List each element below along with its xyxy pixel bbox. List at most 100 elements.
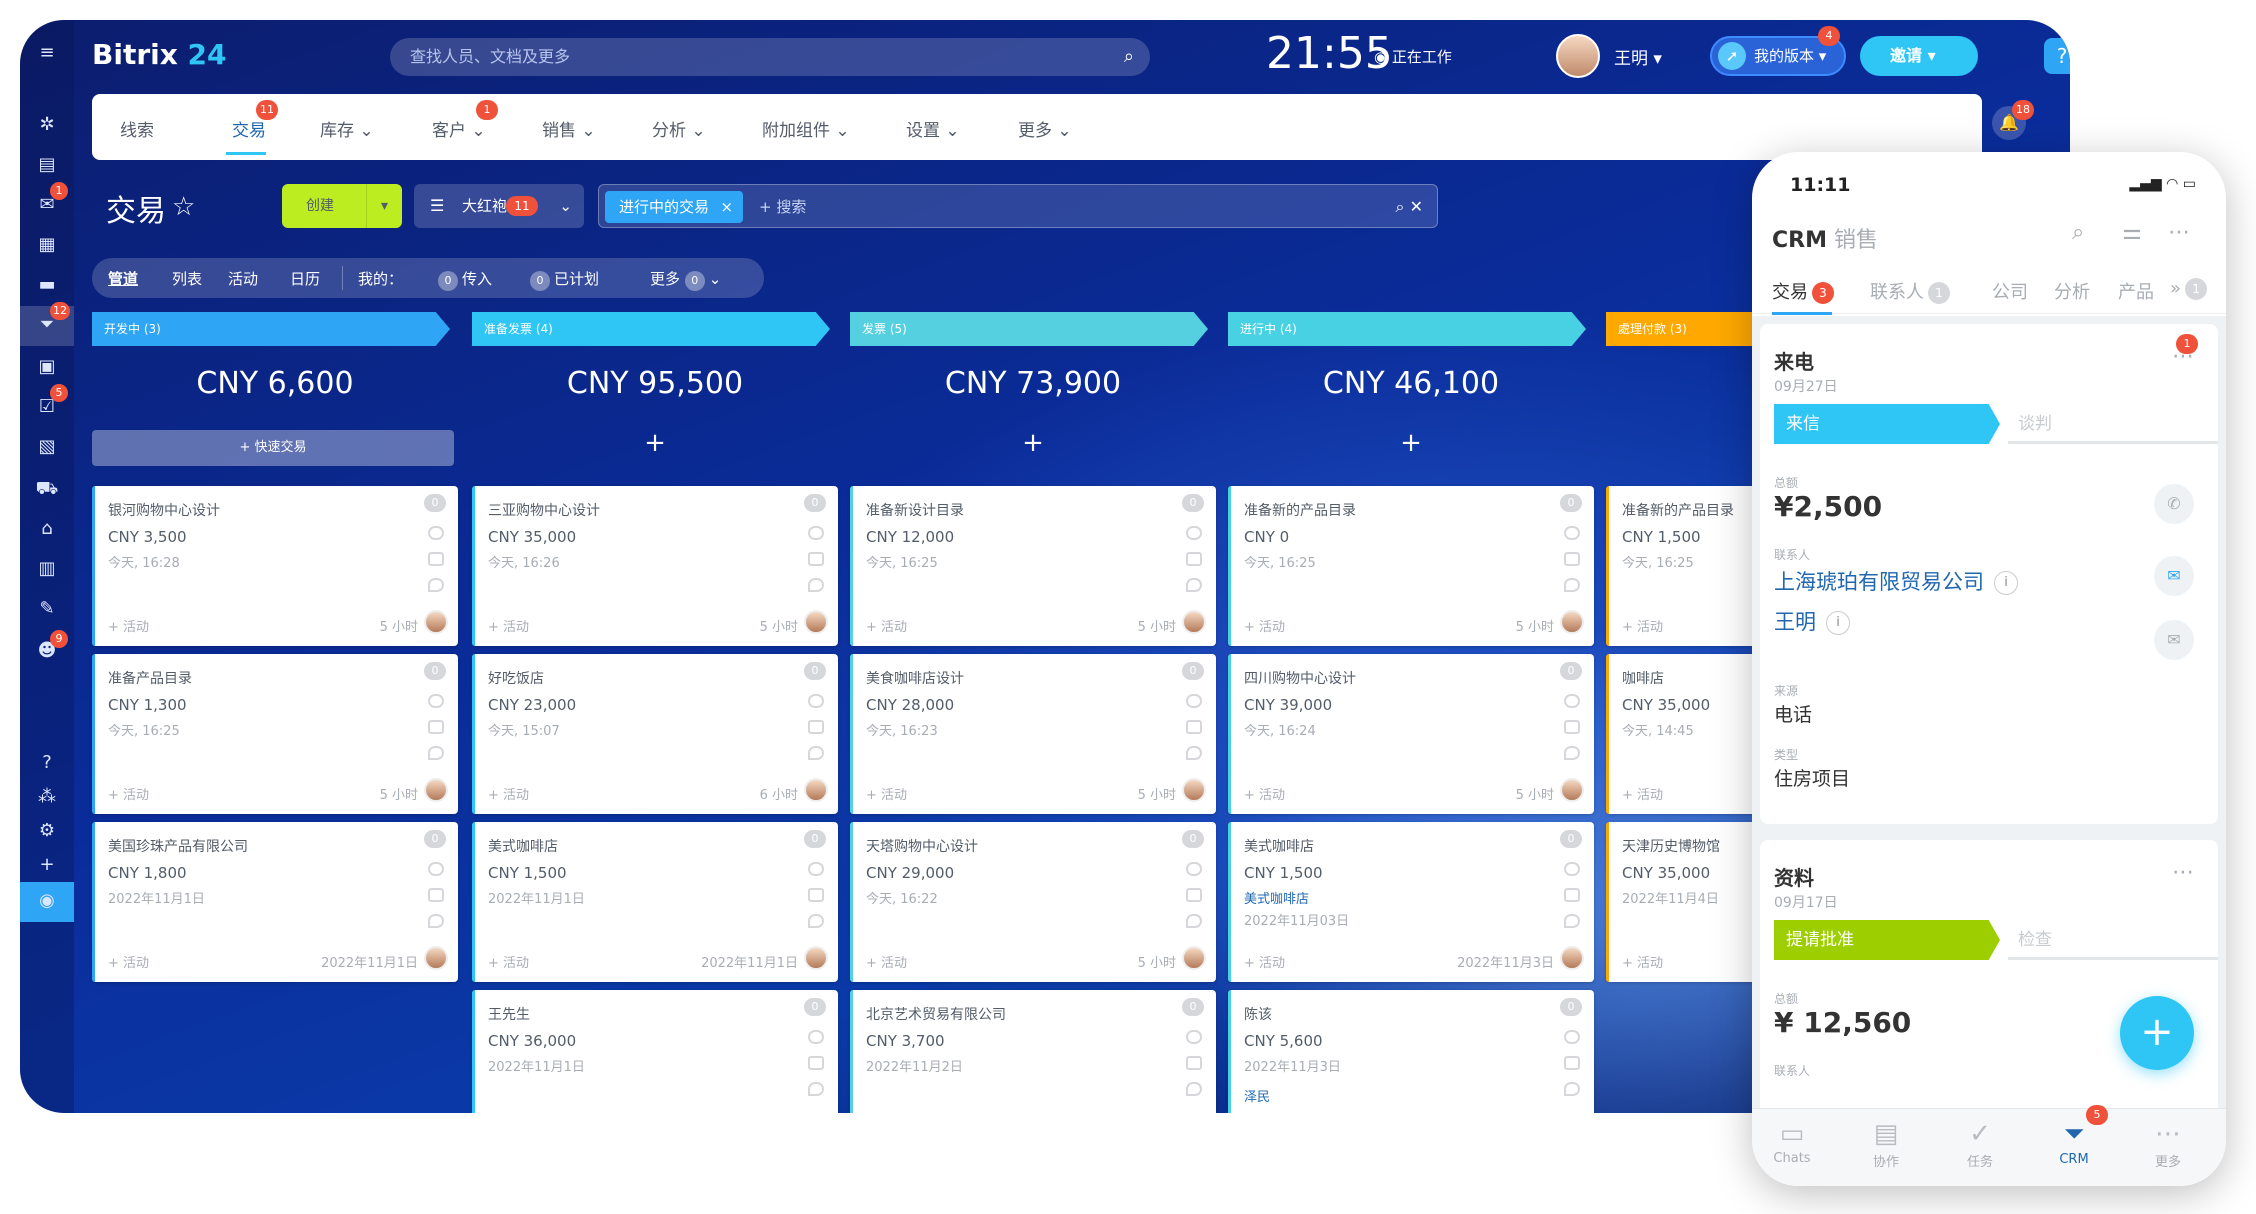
add-activity-link[interactable]: + 活动 — [488, 616, 529, 635]
sign-icon[interactable]: ✎ — [34, 596, 60, 622]
nav-chats[interactable]: ▭ Chats — [1752, 1119, 1832, 1166]
avatar[interactable] — [1560, 778, 1584, 802]
chat-icon[interactable] — [808, 746, 824, 760]
stage-header[interactable]: 发票 (5) — [850, 312, 1208, 346]
avatar[interactable] — [424, 946, 448, 970]
deal-card[interactable]: 美式咖啡店 CNY 1,500 2022年11月1日 + 活动 2022年11月… — [472, 822, 838, 982]
avatar[interactable] — [1556, 34, 1600, 78]
mail-icon[interactable] — [1186, 720, 1202, 734]
mail-icon[interactable] — [1564, 552, 1580, 566]
building-icon[interactable]: ▥ — [34, 556, 60, 582]
search-icon[interactable]: ⌕ — [1124, 38, 1134, 76]
nav-collab[interactable]: ▤ 协作 — [1846, 1119, 1926, 1170]
card-title[interactable]: 美式咖啡店 — [488, 836, 558, 856]
phone-icon[interactable] — [428, 862, 444, 876]
deal-card[interactable]: 四川购物中心设计 CNY 39,000 今天, 16:24 + 活动 5 小时 … — [1228, 654, 1594, 814]
card-title[interactable]: 准备新设计目录 — [866, 500, 964, 520]
company-link[interactable]: 上海琥珀有限贸易公司 i — [1774, 566, 2018, 596]
next-stage[interactable]: 谈判 — [2008, 404, 2218, 444]
chat-icon[interactable] — [428, 746, 444, 760]
avatar[interactable] — [1182, 610, 1206, 634]
tree-icon[interactable]: ⁂ — [34, 784, 60, 810]
add-activity-link[interactable]: + 活动 — [488, 952, 529, 971]
flow-icon[interactable]: ⌂ — [34, 516, 60, 542]
mail-icon[interactable] — [808, 720, 824, 734]
avatar[interactable] — [804, 610, 828, 634]
nav-crm[interactable]: ⏷ CRM — [2034, 1119, 2114, 1167]
chat-icon[interactable] — [808, 578, 824, 592]
chat-icon[interactable] — [1564, 1082, 1580, 1096]
search-input[interactable]: 查找人员、文档及更多 ⌕ — [390, 38, 1150, 76]
phone-icon[interactable] — [808, 526, 824, 540]
deal-card[interactable]: 准备新设计目录 CNY 12,000 今天, 16:25 + 活动 5 小时 0 — [850, 486, 1216, 646]
menu-icon[interactable]: ≡ — [34, 40, 60, 66]
phone-icon[interactable] — [428, 694, 444, 708]
card-title[interactable]: 天津历史博物馆 — [1622, 836, 1720, 856]
phone-icon[interactable] — [1186, 526, 1202, 540]
info-icon[interactable]: i — [1826, 611, 1850, 635]
phone-icon[interactable] — [808, 862, 824, 876]
info-icon[interactable]: i — [1994, 571, 2018, 595]
tab-deals[interactable]: 交易 3 — [1772, 278, 1834, 304]
menu-item-more[interactable]: 更多 ⌄ — [1018, 116, 1072, 141]
menu-item-addons[interactable]: 附加组件 ⌄ — [762, 116, 850, 141]
mail-icon[interactable] — [428, 720, 444, 734]
invite-button[interactable]: 邀请 ▾ — [1860, 36, 1978, 76]
card-title[interactable]: 天塔购物中心设计 — [866, 836, 978, 856]
tab-analytics[interactable]: 分析 — [2054, 278, 2090, 304]
mail-icon[interactable] — [1186, 1056, 1202, 1070]
card-title[interactable]: 好吃饭店 — [488, 668, 544, 688]
phone-icon[interactable] — [1564, 1030, 1580, 1044]
card-title[interactable]: 美国珍珠产品有限公司 — [108, 836, 248, 856]
add-deal-icon[interactable]: + — [1228, 428, 1594, 458]
stage-selector[interactable]: 来信 — [1774, 404, 2000, 444]
deal-card[interactable]: 王先生 CNY 36,000 2022年11月1日 + 活动 2022年11月1… — [472, 990, 838, 1113]
mail-icon[interactable] — [1186, 888, 1202, 902]
mail-icon[interactable] — [1564, 888, 1580, 902]
tab-calendar[interactable]: 日历 — [290, 268, 320, 289]
card-link[interactable]: 美式咖啡店 — [1244, 888, 1309, 907]
card-title[interactable]: 银河购物中心设计 — [108, 500, 220, 520]
mail-icon[interactable] — [808, 552, 824, 566]
deal-card[interactable]: 美国珍珠产品有限公司 CNY 1,800 2022年11月1日 + 活动 202… — [92, 822, 458, 982]
phone-icon[interactable] — [428, 526, 444, 540]
menu-item-leads[interactable]: 线索 — [120, 116, 154, 141]
planned-filter[interactable]: 0 已计划 — [530, 268, 599, 291]
chat-icon[interactable] — [1186, 1082, 1202, 1096]
stage-header[interactable]: 开发中 (3) — [92, 312, 450, 346]
phone-icon[interactable] — [1186, 694, 1202, 708]
add-activity-link[interactable]: + 活动 — [1622, 616, 1663, 635]
mail-icon[interactable] — [428, 888, 444, 902]
chat-icon[interactable] — [1186, 914, 1202, 928]
card-title[interactable]: 准备新的产品目录 — [1622, 500, 1734, 520]
card-title[interactable]: 美式咖啡店 — [1244, 836, 1314, 856]
stage-selector[interactable]: 提请批准 — [1774, 920, 2000, 960]
next-stage[interactable]: 检查 — [2008, 920, 2218, 960]
add-activity-link[interactable]: + 活动 — [108, 952, 149, 971]
deal-card[interactable]: 银河购物中心设计 CNY 3,500 今天, 16:28 + 活动 5 小时 0 — [92, 486, 458, 646]
star-icon[interactable]: ☆ — [172, 192, 195, 222]
mail-icon[interactable] — [1564, 1056, 1580, 1070]
add-activity-link[interactable]: + 活动 — [866, 616, 907, 635]
gear-icon[interactable]: ⚙ — [34, 818, 60, 844]
chat-icon[interactable] — [1186, 746, 1202, 760]
mail-icon[interactable] — [428, 552, 444, 566]
deal-card[interactable]: 好吃饭店 CNY 23,000 今天, 15:07 + 活动 6 小时 0 — [472, 654, 838, 814]
stage-header[interactable]: 准备发票 (4) — [472, 312, 830, 346]
pulse-icon[interactable]: ✲ — [34, 112, 60, 138]
menu-item-inventory[interactable]: 库存 ⌄ — [320, 116, 374, 141]
user-name[interactable]: 王明 ▾ — [1614, 44, 1662, 69]
card-title[interactable]: 陈该 — [1244, 1004, 1272, 1024]
incoming-filter[interactable]: 0 传入 — [438, 268, 492, 291]
menu-item-customers[interactable]: 客户 ⌄ — [432, 116, 486, 141]
add-deal-icon[interactable]: + — [850, 428, 1216, 458]
avatar[interactable] — [1560, 946, 1584, 970]
avatar[interactable] — [1182, 778, 1206, 802]
card-link[interactable]: 泽民 — [1244, 1086, 1270, 1105]
card-title[interactable]: 三亚购物中心设计 — [488, 500, 600, 520]
deal-card[interactable]: 美式咖啡店 CNY 1,500 2022年11月03日 美式咖啡店 + 活动 2… — [1228, 822, 1594, 982]
tab-products[interactable]: 产品 — [2118, 278, 2154, 304]
cart-icon[interactable]: ⛟ — [34, 476, 60, 502]
phone-icon[interactable] — [808, 694, 824, 708]
document-icon[interactable]: ▣ — [34, 354, 60, 380]
